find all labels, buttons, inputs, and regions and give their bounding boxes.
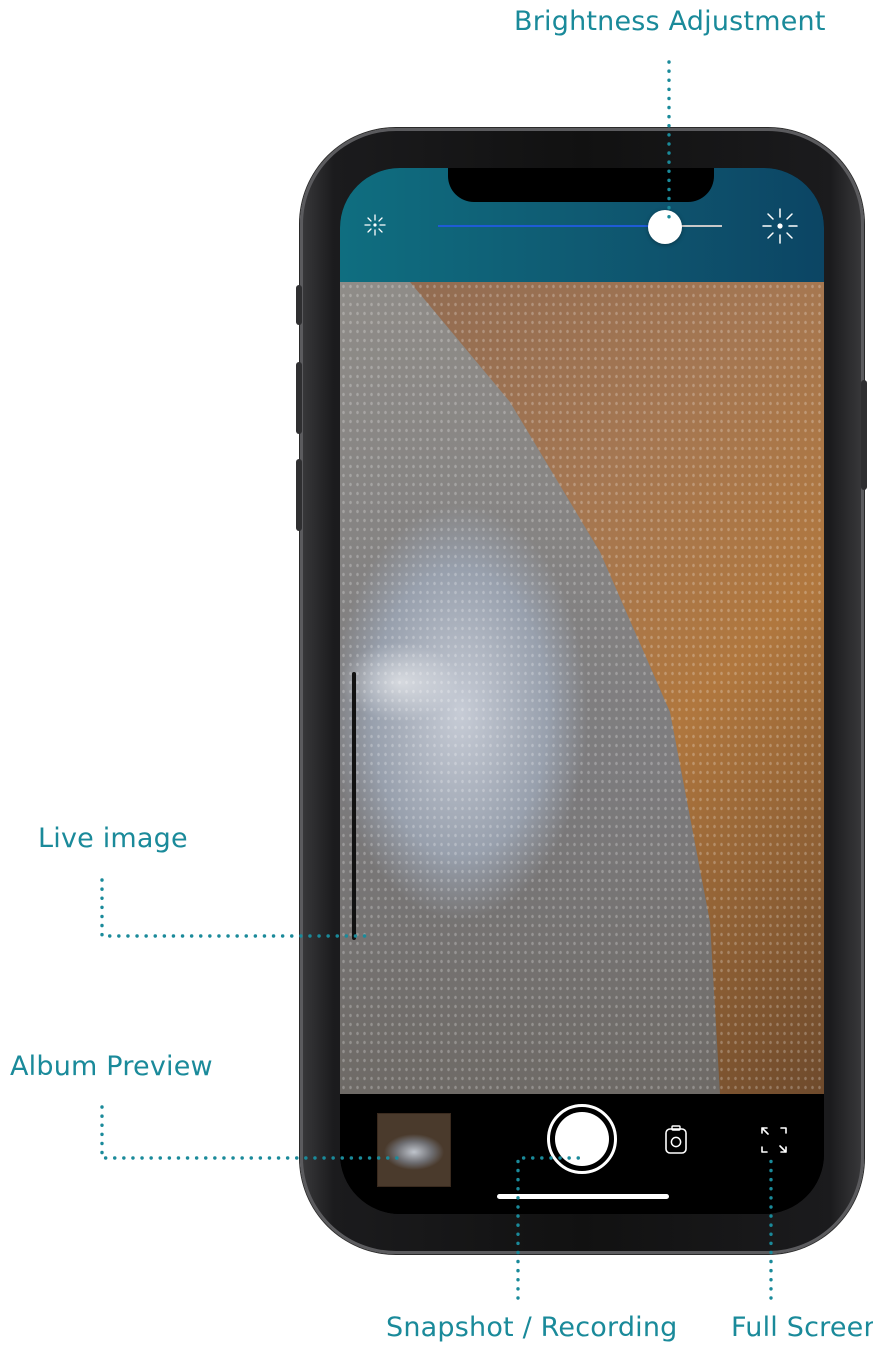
album-preview-leader-line [100, 1105, 406, 1160]
live-image-leader-line [100, 878, 374, 938]
snapshot-leader-line [516, 1156, 582, 1300]
callout-leader-lines [100, 60, 773, 1300]
